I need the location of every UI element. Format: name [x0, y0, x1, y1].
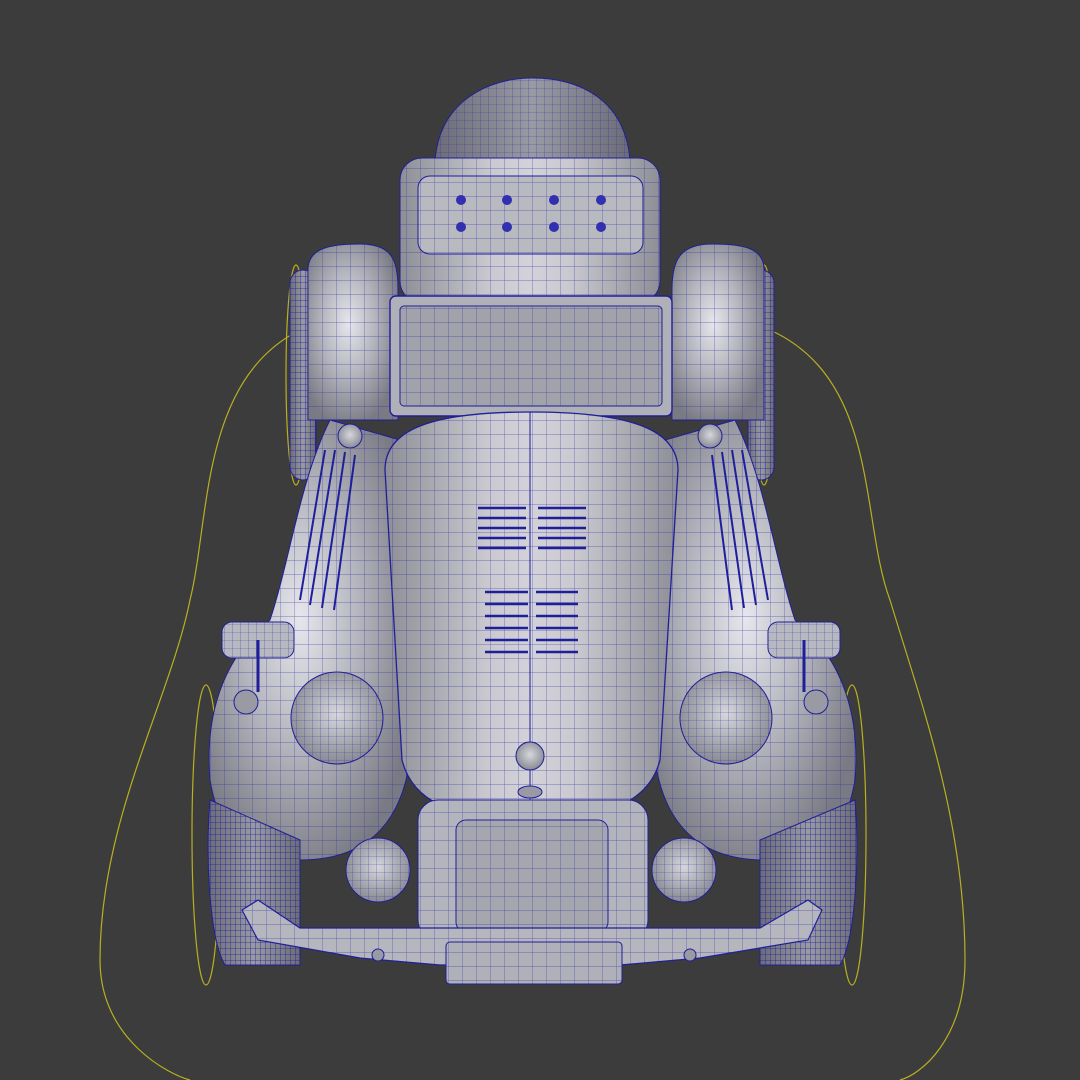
radiator-grille[interactable]	[417, 799, 649, 941]
badge	[517, 785, 543, 799]
hood[interactable]	[384, 411, 679, 821]
viewport-canvas[interactable]	[0, 0, 1080, 1080]
seat-back[interactable]	[399, 157, 661, 304]
3d-viewport[interactable]	[0, 0, 1080, 1080]
hood-ornament	[515, 741, 545, 771]
windshield[interactable]	[389, 295, 673, 417]
spare-tire[interactable]	[434, 77, 631, 161]
